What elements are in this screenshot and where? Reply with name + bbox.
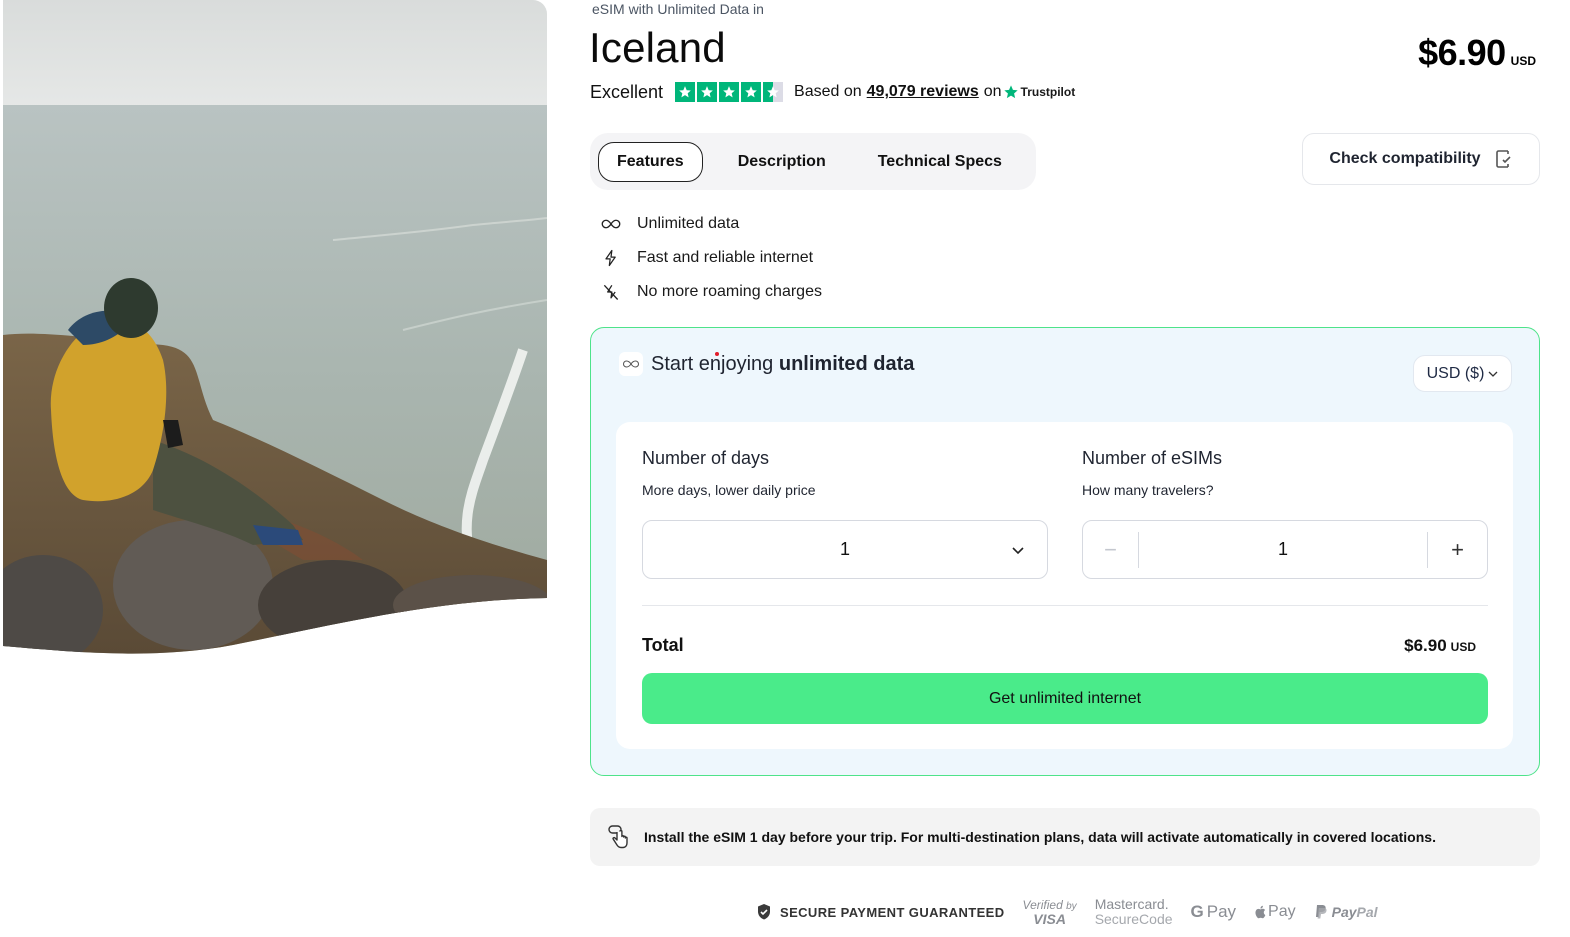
visa-top-text: Verified: [1022, 897, 1063, 912]
feature-item: No more roaming charges: [600, 275, 822, 309]
tab-description[interactable]: Description: [720, 142, 844, 182]
product-price: $6.90 USD: [1418, 32, 1536, 74]
plan-header: Start enjoying unlimited data: [619, 352, 914, 376]
hero-image: [3, 0, 547, 656]
feature-list: Unlimited data Fast and reliable interne…: [600, 207, 822, 309]
tab-features[interactable]: Features: [598, 141, 703, 182]
star-icon: [741, 82, 762, 102]
increment-button[interactable]: +: [1427, 531, 1487, 568]
install-note: Install the eSIM 1 day before your trip.…: [590, 808, 1540, 866]
tab-technical-specs[interactable]: Technical Specs: [860, 142, 1020, 182]
total-amount: $6.90: [1404, 636, 1447, 655]
product-title: Iceland: [589, 24, 726, 71]
product-eyebrow: eSIM with Unlimited Data in: [592, 1, 764, 17]
feature-item: Unlimited data: [600, 207, 822, 241]
feature-text: Fast and reliable internet: [637, 249, 814, 266]
product-tabs: Features Description Technical Specs: [590, 133, 1036, 190]
infinity-icon: [600, 213, 622, 235]
secure-payment-badge: SECURE PAYMENT GUARANTEED: [756, 903, 1005, 921]
esims-label: Number of eSIMs: [1082, 448, 1223, 468]
trustpilot-star-icon: [1003, 85, 1018, 99]
visa-bottom-text: VISA: [1033, 910, 1066, 927]
securecode-text: SecureCode: [1094, 911, 1173, 927]
trustpilot-wordmark: Trustpilot: [1020, 85, 1076, 99]
plan-card: Start enjoying unlimited data USD ($) Nu…: [590, 327, 1540, 776]
price-currency: USD: [1510, 54, 1536, 68]
esims-section: Number of eSIMs How many travelers?: [1082, 448, 1222, 498]
install-note-text: Install the eSIM 1 day before your trip.…: [644, 829, 1436, 845]
price-amount: $6.90: [1418, 32, 1506, 73]
days-sublabel: More days, lower daily price: [642, 482, 816, 498]
feature-item: Fast and reliable internet: [600, 241, 822, 275]
apple-pay-text: Pay: [1268, 903, 1296, 920]
mastercard-securecode-logo: Mastercard. SecureCode: [1095, 897, 1173, 926]
plan-title-bold: unlimited data: [778, 352, 915, 375]
feature-text: No more roaming charges: [637, 283, 822, 300]
visa-by-text: by: [1066, 900, 1077, 912]
esims-stepper: − 1 +: [1082, 520, 1488, 579]
divider: [642, 605, 1488, 606]
days-section: Number of days More days, lower daily pr…: [642, 448, 816, 498]
days-select[interactable]: 1: [642, 520, 1048, 579]
on-text: on: [983, 83, 1002, 100]
currency-select[interactable]: USD ($): [1413, 355, 1512, 392]
esims-value[interactable]: 1: [1139, 539, 1427, 560]
gpay-text: Pay: [1206, 902, 1237, 921]
total-currency: USD: [1450, 640, 1476, 654]
plan-title-prefix: Start enjoying: [651, 352, 779, 375]
days-label: Number of days: [642, 448, 770, 468]
decrement-button[interactable]: −: [1083, 531, 1139, 568]
plan-options: Number of days More days, lower daily pr…: [616, 422, 1513, 749]
lightning-icon: [600, 247, 622, 269]
total-value: $6.90 USD: [1404, 636, 1476, 656]
get-unlimited-internet-button[interactable]: Get unlimited internet: [642, 673, 1488, 724]
check-compatibility-button[interactable]: Check compatibility: [1302, 133, 1540, 185]
secure-payment-label: SECURE PAYMENT GUARANTEED: [780, 904, 1005, 920]
apple-pay-logo: Pay: [1254, 903, 1296, 921]
half-star-icon: [763, 82, 784, 102]
rating-label: Excellent: [590, 81, 664, 102]
chevron-down-icon: [1012, 547, 1024, 555]
google-pay-logo: G Pay: [1191, 902, 1237, 922]
payment-methods: SECURE PAYMENT GUARANTEED Verified by VI…: [756, 897, 1378, 927]
mastercard-text: Mastercard.: [1094, 896, 1169, 913]
infinity-icon: [619, 352, 643, 376]
cursor-indicator: [715, 352, 719, 356]
shield-check-icon: [758, 904, 770, 920]
esims-sublabel: How many travelers?: [1082, 482, 1214, 498]
no-roaming-icon: [600, 281, 622, 303]
paypal-logo: PayPal: [1314, 904, 1378, 920]
check-compatibility-label: Check compatibility: [1329, 150, 1481, 167]
tap-hand-icon: [608, 825, 628, 849]
reviews-link[interactable]: 49,079 reviews: [867, 83, 979, 101]
star-icon: [675, 82, 696, 102]
days-select-value: 1: [839, 539, 850, 559]
plan-title: Start enjoying unlimited data: [651, 353, 914, 376]
trustpilot-logo: Trustpilot: [1003, 84, 1076, 100]
verified-by-visa-logo: Verified by VISA: [1023, 899, 1077, 926]
feature-text: Unlimited data: [637, 215, 740, 232]
phone-check-icon: [1495, 150, 1511, 168]
google-g-icon: G: [1190, 902, 1204, 921]
total-label: Total: [642, 635, 684, 655]
currency-select-value: USD ($): [1426, 364, 1485, 382]
paypal-pay-text: Pay: [1331, 904, 1357, 920]
paypal-icon: [1315, 905, 1327, 919]
trustpilot-rating: Excellent Based on 49,079 reviews on Tru…: [590, 80, 1075, 104]
based-on-text: Based on: [794, 83, 862, 100]
hero-photo: [3, 0, 547, 654]
chevron-down-icon: [1488, 371, 1498, 377]
star-icon: [697, 82, 718, 102]
star-rating: [675, 82, 784, 102]
star-icon: [719, 82, 740, 102]
apple-icon: [1255, 905, 1266, 919]
paypal-pal-text: Pal: [1356, 904, 1378, 920]
